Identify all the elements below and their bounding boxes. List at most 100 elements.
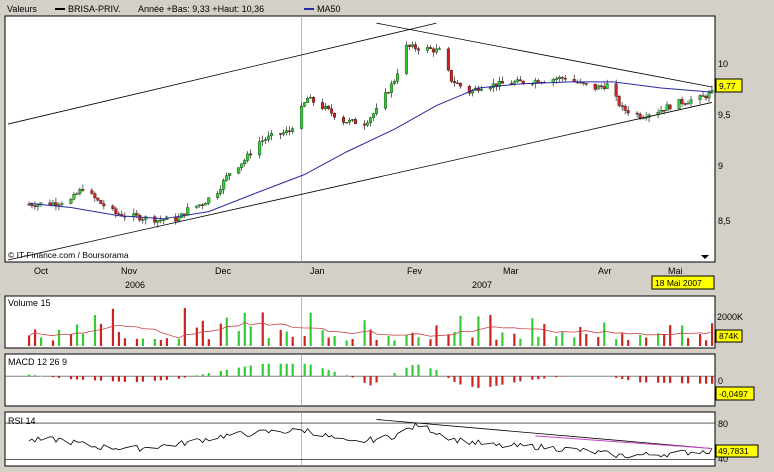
candle-body: [327, 105, 331, 109]
candle-body: [374, 108, 378, 114]
macd-bar: [111, 376, 115, 382]
candle-body: [243, 160, 247, 164]
volume-bar: [195, 327, 198, 346]
volume-bar: [345, 340, 348, 346]
candle-body: [686, 103, 690, 105]
volume-bar: [279, 329, 282, 346]
volume-bar: [261, 312, 264, 346]
volume-bar: [159, 339, 162, 346]
volume-bar: [585, 334, 588, 346]
macd-bar: [363, 376, 366, 383]
candle-body: [665, 104, 669, 111]
volume-bar: [561, 332, 564, 346]
candle-body: [264, 139, 268, 141]
candle-body: [620, 105, 624, 107]
candle-body: [413, 44, 417, 49]
volume-bar: [309, 312, 312, 346]
volume-bar: [351, 338, 354, 346]
candle-body: [51, 202, 55, 206]
macd-bar: [153, 376, 156, 381]
year-label: 2007: [472, 280, 492, 290]
volume-tick: 2000K: [717, 312, 743, 322]
macd-bar: [267, 363, 270, 377]
candle-body: [500, 80, 504, 84]
volume-bar: [243, 312, 246, 346]
candle-body: [389, 83, 393, 93]
candle-body: [701, 95, 705, 97]
month-label: Avr: [598, 266, 611, 276]
macd-bar: [369, 376, 372, 386]
volume-bar: [183, 307, 186, 346]
volume-bar: [369, 329, 372, 346]
macd-bar: [561, 376, 564, 377]
candle-body: [596, 85, 600, 90]
macd-bar: [177, 376, 180, 379]
candle-body: [33, 205, 37, 207]
volume-bar: [603, 322, 606, 346]
macd-bar: [663, 376, 666, 383]
candle-body: [602, 86, 606, 89]
volume-bar: [303, 336, 306, 346]
candle-body: [386, 92, 390, 94]
candle-body: [368, 117, 372, 124]
candle-body: [195, 205, 199, 208]
volume-bar: [705, 340, 708, 346]
candle-body: [662, 109, 666, 112]
candle-body: [219, 189, 223, 194]
candle-body: [458, 83, 462, 87]
macd-bar: [585, 376, 588, 377]
volume-bar: [639, 334, 642, 346]
month-label: Nov: [121, 266, 138, 276]
volume-bar: [291, 336, 294, 346]
candle-body: [216, 193, 220, 198]
volume-last-value: 874K: [719, 331, 739, 341]
candle-body: [584, 83, 588, 85]
volume-bar: [285, 331, 288, 346]
candle-body: [551, 79, 555, 83]
volume-bar: [27, 335, 31, 346]
volume-bar: [333, 336, 336, 346]
volume-bar: [477, 316, 480, 346]
volume-bar: [573, 337, 576, 346]
volume-bar: [117, 332, 121, 346]
macd-bar: [123, 376, 127, 382]
macd-bar: [555, 376, 558, 378]
candle-body: [177, 217, 181, 222]
candle-body: [668, 104, 672, 110]
candle-body: [174, 216, 178, 222]
volume-bar: [501, 332, 504, 346]
volume-bar: [237, 330, 240, 346]
month-label: Dec: [215, 266, 232, 276]
candle-body: [312, 97, 316, 103]
macd-bar: [471, 376, 474, 387]
macd-bar: [477, 376, 480, 388]
volume-bar: [615, 339, 618, 346]
stock-chart: Valeurs BRISA-PRIV. Année +Bas: 9,33 +Ha…: [4, 4, 759, 467]
price-panel: [4, 15, 716, 263]
macd-bar: [75, 376, 79, 380]
candle-body: [117, 213, 121, 215]
candle-body: [81, 189, 85, 191]
macd-bar: [261, 363, 264, 377]
candle-body: [572, 79, 576, 82]
candle-body: [365, 122, 369, 126]
volume-bar: [75, 324, 79, 346]
macd-bar: [705, 376, 708, 384]
source-note: © IT-Finance.com / Boursorama: [8, 250, 129, 260]
macd-bar: [639, 376, 642, 383]
rsi-tick: 80: [718, 419, 728, 429]
candle-body: [689, 99, 693, 104]
candle-body: [383, 92, 387, 109]
candle-body: [704, 95, 708, 99]
macd-bar: [603, 376, 606, 377]
candle-body: [638, 113, 642, 119]
macd-bar: [657, 376, 660, 383]
macd-bar: [69, 376, 73, 380]
volume-bar: [513, 333, 516, 346]
candle-body: [93, 193, 97, 199]
macd-bar: [159, 376, 162, 381]
candle-body: [78, 189, 82, 194]
macd-bar: [225, 369, 228, 377]
candle-body: [434, 48, 438, 53]
volume-bar: [687, 338, 690, 346]
